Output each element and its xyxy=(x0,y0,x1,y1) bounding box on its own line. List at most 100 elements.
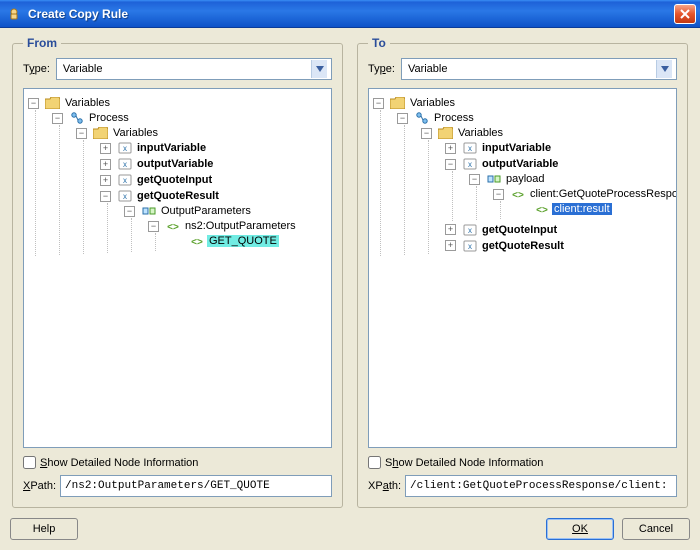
node-label[interactable]: Variables xyxy=(408,97,457,109)
cancel-button[interactable]: Cancel xyxy=(622,518,690,540)
from-tree[interactable]: − Variables − xyxy=(23,88,332,448)
to-type-select[interactable]: Variable xyxy=(401,58,677,80)
from-type-value: Variable xyxy=(63,63,103,75)
expander-icon[interactable]: − xyxy=(445,159,456,170)
node-label-selected[interactable]: client:result xyxy=(552,203,612,215)
ok-button[interactable]: OK xyxy=(546,518,614,540)
svg-text:x: x xyxy=(123,160,127,169)
tree-node-process: − Process − xyxy=(397,110,672,256)
to-xpath-input[interactable] xyxy=(405,475,677,497)
close-button[interactable] xyxy=(674,4,696,24)
node-label[interactable]: Variables xyxy=(63,97,112,109)
expander-icon[interactable]: + xyxy=(445,240,456,251)
to-xpath-label: XPath: xyxy=(368,480,401,492)
to-detail-checkbox[interactable] xyxy=(368,456,381,469)
to-tree[interactable]: − Variables − xyxy=(368,88,677,448)
tree-node-getquote: <> GET_QUOTE xyxy=(172,233,327,251)
folder-icon xyxy=(390,96,405,110)
variable-icon: x xyxy=(462,239,477,253)
svg-text:x: x xyxy=(468,160,472,169)
element-icon: <> xyxy=(189,234,204,248)
folder-icon xyxy=(438,126,453,140)
tree-node-outputvariable: − x outputVariable xyxy=(445,156,672,222)
process-icon xyxy=(69,111,84,125)
tree-node-getquoteprocessresponse: − <> client:GetQuoteProcessResponse xyxy=(493,186,672,220)
expander-icon[interactable]: + xyxy=(445,143,456,154)
from-type-label: Type: xyxy=(23,63,50,75)
node-label-selected[interactable]: GET_QUOTE xyxy=(207,235,279,247)
variable-icon: x xyxy=(117,173,132,187)
tree-node-variables: − Variables xyxy=(421,125,672,255)
tree-node-variables-root: − Variables − xyxy=(373,95,672,257)
expander-icon xyxy=(172,236,183,247)
expander-icon[interactable]: − xyxy=(100,191,111,202)
expander-icon[interactable]: − xyxy=(148,221,159,232)
variable-icon: x xyxy=(462,157,477,171)
expander-icon[interactable]: − xyxy=(28,98,39,109)
variable-icon: x xyxy=(462,141,477,155)
svg-text:x: x xyxy=(123,176,127,185)
node-label[interactable]: outputVariable xyxy=(480,158,560,170)
tree-node-outputparameters: − OutputParameters xyxy=(124,203,327,253)
svg-text:x: x xyxy=(468,242,472,251)
node-label[interactable]: getQuoteInput xyxy=(480,224,559,236)
expander-icon[interactable]: + xyxy=(445,224,456,235)
svg-text:<>: <> xyxy=(536,205,548,215)
node-label[interactable]: getQuoteInput xyxy=(135,174,214,186)
node-label[interactable]: Variables xyxy=(456,127,505,139)
node-label[interactable]: ns2:OutputParameters xyxy=(183,220,298,232)
expander-icon[interactable]: − xyxy=(421,128,432,139)
folder-icon xyxy=(45,96,60,110)
expander-icon xyxy=(517,204,528,215)
svg-text:<>: <> xyxy=(167,222,179,232)
dialog-content: From Type: Variable − xyxy=(0,28,700,550)
node-label[interactable]: payload xyxy=(504,173,547,185)
tree-node-outputvariable: + x outputVariable xyxy=(100,156,327,172)
tree-node-getquoteresult: + x getQuoteResult xyxy=(445,238,672,254)
chevron-down-icon xyxy=(311,60,327,78)
node-label[interactable]: getQuoteResult xyxy=(480,240,566,252)
expander-icon[interactable]: + xyxy=(100,175,111,186)
to-detail-label[interactable]: Show Detailed Node Information xyxy=(385,457,543,469)
node-label[interactable]: Process xyxy=(432,112,476,124)
expander-icon[interactable]: − xyxy=(76,128,87,139)
from-detail-checkbox[interactable] xyxy=(23,456,36,469)
element-icon: <> xyxy=(534,202,549,216)
expander-icon[interactable]: − xyxy=(373,98,384,109)
node-label[interactable]: Variables xyxy=(111,127,160,139)
expander-icon[interactable]: − xyxy=(397,113,408,124)
tree-node-clientresult: <> client:result xyxy=(517,201,672,219)
from-detail-label[interactable]: Show Detailed Node Information xyxy=(40,457,198,469)
close-icon xyxy=(680,9,690,19)
app-icon xyxy=(6,6,22,22)
from-type-select[interactable]: Variable xyxy=(56,58,332,80)
tree-node-ns2outputparameters: − <> ns2:OutputParameters xyxy=(148,218,327,252)
node-label[interactable]: outputVariable xyxy=(135,158,215,170)
expander-icon[interactable]: + xyxy=(100,143,111,154)
node-label[interactable]: Process xyxy=(87,112,131,124)
to-type-label: Type: xyxy=(368,63,395,75)
expander-icon[interactable]: + xyxy=(100,159,111,170)
svg-text:x: x xyxy=(123,144,127,153)
node-label[interactable]: client:GetQuoteProcessResponse xyxy=(528,188,677,200)
node-label[interactable]: OutputParameters xyxy=(159,205,253,217)
from-xpath-input[interactable] xyxy=(60,475,332,497)
expander-icon[interactable]: − xyxy=(52,113,63,124)
element-icon: <> xyxy=(165,219,180,233)
expander-icon[interactable]: − xyxy=(469,174,480,185)
expander-icon[interactable]: − xyxy=(493,189,504,200)
node-label[interactable]: inputVariable xyxy=(135,142,208,154)
folder-icon xyxy=(93,126,108,140)
to-xpath-row: XPath: xyxy=(368,475,677,497)
tree-node-getquoteinput: + x getQuoteInput xyxy=(445,222,672,238)
from-xpath-label: XPath: xyxy=(23,480,56,492)
node-label[interactable]: getQuoteResult xyxy=(135,190,221,202)
from-xpath-row: XPath: xyxy=(23,475,332,497)
chevron-down-icon xyxy=(656,60,672,78)
variable-icon: x xyxy=(117,141,132,155)
expander-icon[interactable]: − xyxy=(124,206,135,217)
node-label[interactable]: inputVariable xyxy=(480,142,553,154)
element-icon: <> xyxy=(510,187,525,201)
from-type-row: Type: Variable xyxy=(23,58,332,80)
help-button[interactable]: Help xyxy=(10,518,78,540)
